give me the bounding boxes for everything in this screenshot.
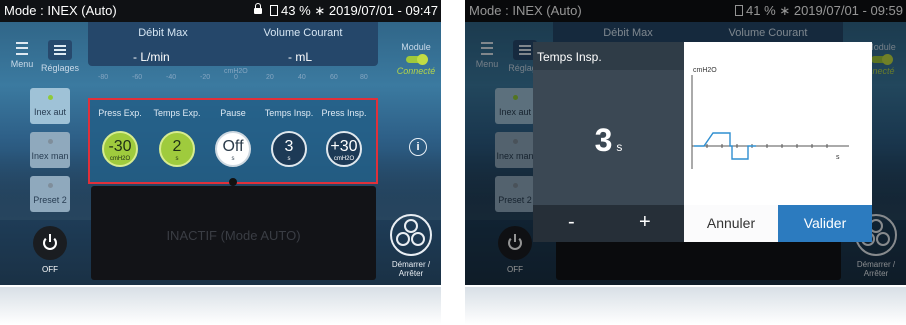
press-insp-knob[interactable]: +30 cmH2O xyxy=(326,131,362,167)
dialog-title: Temps Insp. xyxy=(537,50,602,64)
pause-knob[interactable]: Off s xyxy=(215,131,251,167)
temps-exp-label: Temps Exp. xyxy=(153,108,201,118)
screen-reflection-right xyxy=(465,287,906,325)
start-stop-label: Démarrer / Arrêter xyxy=(391,260,431,278)
info-icon[interactable]: i xyxy=(409,138,427,156)
scale-tick: -60 xyxy=(132,74,143,81)
mode-inex-auto-button[interactable]: Inex aut xyxy=(30,88,70,124)
press-exp-unit: cmH2O xyxy=(109,156,131,162)
pressure-waveform-preview: cmH2O s xyxy=(684,42,872,205)
pause-value: Off xyxy=(222,138,244,155)
dialog-value: 3 xyxy=(594,122,613,158)
scale-tick: -20 xyxy=(200,74,211,81)
volume-courant-value: - mL xyxy=(288,50,312,64)
pressure-scale: cmH2O -80 -60 -40 -20 0 20 40 60 80 xyxy=(88,66,378,88)
preset-2-label: Preset 2 xyxy=(33,195,67,205)
module-toggle[interactable] xyxy=(406,54,428,65)
dialog-value-area: 3s xyxy=(533,70,684,205)
mode-inex-man-button[interactable]: Inex man xyxy=(30,132,70,168)
temps-insp-dialog: Temps Insp. 3s cmH2O s - + Annuler Valid… xyxy=(533,42,872,242)
mode-indicator: Mode : INEX (Auto) xyxy=(4,3,117,18)
indicator-dot xyxy=(47,95,53,100)
scale-tick: 40 xyxy=(298,74,306,81)
power-icon xyxy=(33,226,67,260)
power-label: OFF xyxy=(42,265,58,274)
screen-dialog: Mode : INEX (Auto) 41 % ∗ 2019/07/01 - 0… xyxy=(465,0,906,285)
decrement-button[interactable]: - xyxy=(568,211,575,234)
stepper-buttons: - + xyxy=(533,205,684,242)
scale-tick: 60 xyxy=(330,74,338,81)
dialog-unit: s xyxy=(616,140,623,154)
screen-reflection-left xyxy=(0,287,441,325)
power-button[interactable]: OFF xyxy=(30,226,70,274)
temps-insp-unit: s xyxy=(287,156,291,162)
fan-icon xyxy=(390,214,432,256)
datetime: 2019/07/01 - 09:47 xyxy=(328,3,438,18)
waveform-svg: s xyxy=(691,75,849,169)
reglages-button[interactable]: Réglages xyxy=(40,40,80,80)
temps-exp-knob[interactable]: 2 s xyxy=(159,131,195,167)
reglages-label: Réglages xyxy=(40,63,80,73)
temps-exp-unit: s xyxy=(175,156,179,162)
sliders-lock-icon xyxy=(48,40,72,60)
settings-controls-panel: Press Exp. Temps Exp. Pause Temps Insp. … xyxy=(88,98,378,186)
module-status: Module Connecté xyxy=(393,42,439,76)
battery-icon xyxy=(270,5,279,16)
preset-2-button[interactable]: Preset 2 xyxy=(30,176,70,212)
bluetooth-icon: ∗ xyxy=(314,3,326,18)
press-exp-knob[interactable]: -30 cmH2O xyxy=(102,131,138,167)
temps-insp-knob[interactable]: 3 s xyxy=(271,131,307,167)
inactive-panel: INACTIF (Mode AUTO) xyxy=(91,186,376,280)
mode-inex-man-label: Inex man xyxy=(31,151,69,161)
press-insp-value: +30 xyxy=(330,138,358,155)
debit-max-value: - L/min xyxy=(133,50,170,64)
inactive-text: INACTIF (Mode AUTO) xyxy=(166,228,301,243)
lock-icon xyxy=(254,3,263,14)
scale-tick: 80 xyxy=(360,74,368,81)
dialog-value-display: 3s xyxy=(533,122,684,159)
pause-label: Pause xyxy=(220,108,246,118)
battery-level: 43 % xyxy=(281,3,311,18)
increment-button[interactable]: + xyxy=(639,211,651,234)
press-insp-unit: cmH2O xyxy=(333,156,355,162)
graph-tick-s: s xyxy=(836,154,840,161)
module-label: Module xyxy=(401,42,431,52)
temps-insp-label: Temps Insp. xyxy=(264,108,314,118)
measurements-header: Débit Max - L/min Volume Courant - mL xyxy=(88,22,378,66)
indicator-dot xyxy=(47,139,53,144)
press-exp-value: -30 xyxy=(108,138,132,155)
scale-tick: -40 xyxy=(166,74,177,81)
volume-courant-label: Volume Courant xyxy=(263,27,343,39)
dialog-title-bar: Temps Insp. xyxy=(533,42,684,70)
press-exp-label: Press Exp. xyxy=(98,108,142,118)
lock-icon xyxy=(229,178,237,186)
module-connected-text: Connecté xyxy=(396,66,436,76)
hamburger-icon xyxy=(16,42,28,55)
validate-button[interactable]: Valider xyxy=(778,205,872,242)
indicator-dot xyxy=(47,183,53,188)
debit-max-label: Débit Max xyxy=(138,27,188,39)
scale-tick: -80 xyxy=(98,74,109,81)
status-info: 43 % ∗ 2019/07/01 - 09:47 xyxy=(254,3,438,19)
cancel-button[interactable]: Annuler xyxy=(684,205,778,242)
scale-tick: 0 xyxy=(234,74,238,81)
start-stop-button[interactable]: Démarrer / Arrêter xyxy=(381,214,441,278)
status-bar: Mode : INEX (Auto) 43 % ∗ 2019/07/01 - 0… xyxy=(0,0,441,22)
temps-exp-value: 2 xyxy=(172,138,182,155)
press-insp-label: Press Insp. xyxy=(321,108,367,118)
temps-insp-value: 3 xyxy=(284,138,294,155)
screen-main: Mode : INEX (Auto) 43 % ∗ 2019/07/01 - 0… xyxy=(0,0,441,285)
mode-inex-auto-label: Inex aut xyxy=(33,107,67,117)
menu-label: Menu xyxy=(10,59,34,69)
menu-button[interactable]: Menu xyxy=(8,40,36,80)
scale-tick: 20 xyxy=(266,74,274,81)
pause-unit: s xyxy=(231,156,235,162)
